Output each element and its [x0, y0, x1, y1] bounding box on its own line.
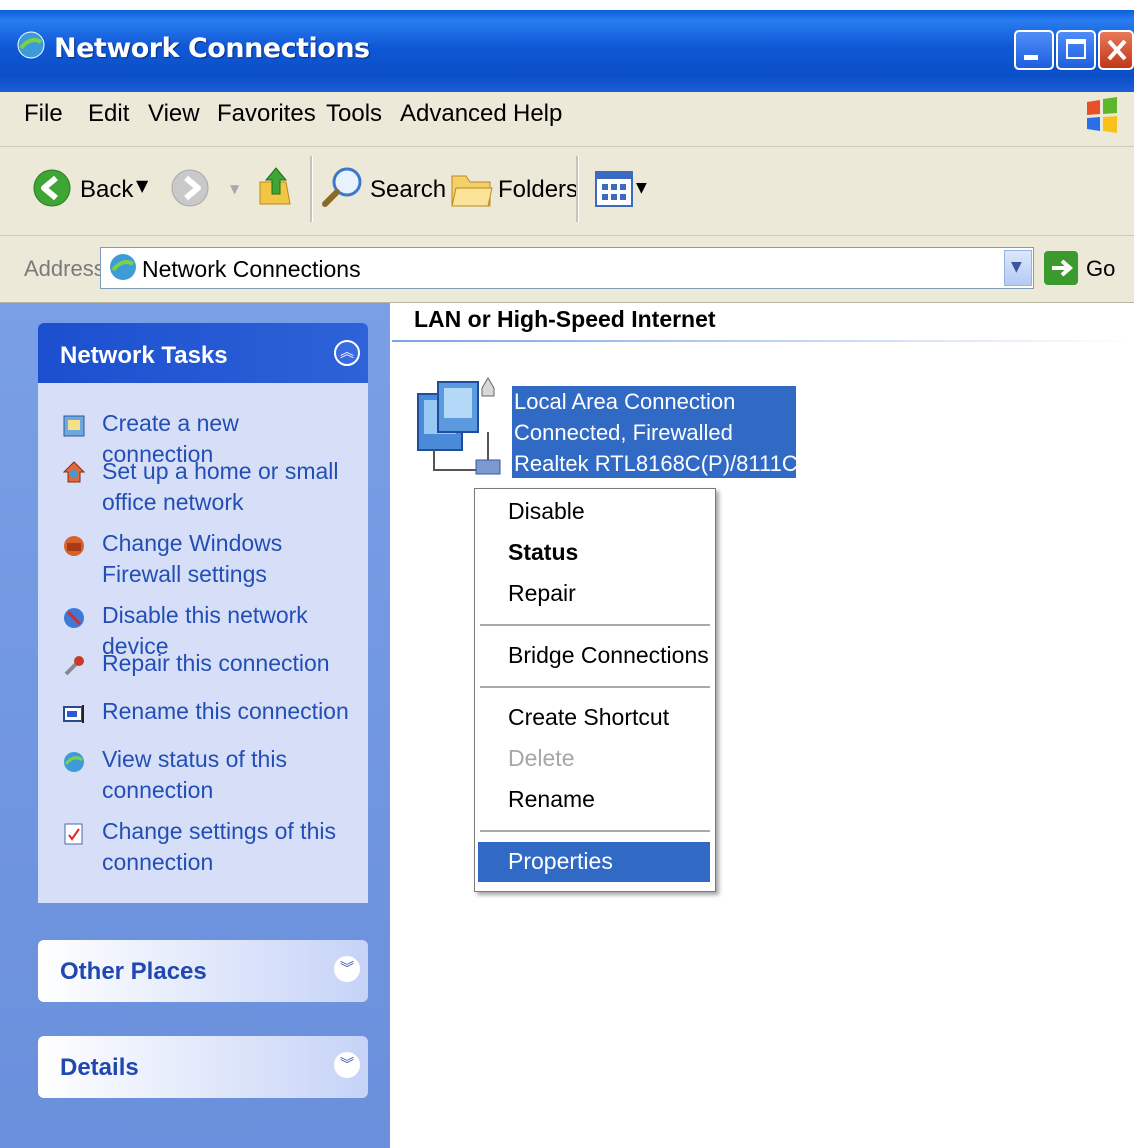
close-button[interactable] [1098, 30, 1134, 70]
group-header: LAN or High-Speed Internet [414, 306, 716, 332]
minimize-button[interactable] [1014, 30, 1054, 70]
network-connections-icon [110, 254, 136, 280]
task-setup-home-network[interactable]: Set up a home or small office network [102, 456, 352, 518]
view-status-icon [64, 752, 84, 772]
context-menu-properties[interactable]: Properties [508, 848, 613, 875]
search-button[interactable]: Search [370, 176, 446, 204]
connection-device: Realtek RTL8168C(P)/8111C(... [514, 451, 824, 476]
forward-arrow-icon[interactable] [170, 168, 210, 208]
collapse-chevron-icon[interactable]: ︽ [334, 340, 360, 366]
go-button[interactable]: Go [1086, 256, 1115, 282]
menu-view[interactable]: View [148, 100, 200, 128]
back-button[interactable]: Back [80, 176, 133, 204]
context-menu-disable[interactable]: Disable [508, 498, 585, 525]
context-menu-separator [480, 830, 710, 832]
forward-dropdown-icon[interactable]: ▼ [230, 182, 239, 196]
group-divider [392, 340, 1134, 342]
context-menu-repair[interactable]: Repair [508, 580, 576, 607]
go-arrow-icon[interactable] [1044, 251, 1078, 285]
context-menu-separator [480, 624, 710, 626]
chevron-down-icon: ▼ [1011, 259, 1022, 275]
menu-file[interactable]: File [24, 100, 63, 128]
close-icon [1107, 39, 1127, 61]
menu-advanced[interactable]: Advanced [400, 100, 507, 128]
context-menu-separator [480, 686, 710, 688]
task-repair-connection[interactable]: Repair this connection [102, 648, 352, 679]
up-folder-icon[interactable] [256, 164, 296, 208]
back-arrow-icon[interactable] [32, 168, 72, 208]
firewall-icon [64, 536, 84, 556]
views-dropdown-icon[interactable]: ▼ [636, 180, 647, 196]
task-rename-connection[interactable]: Rename this connection [102, 696, 352, 727]
disable-device-icon [64, 608, 84, 628]
views-icon[interactable] [594, 170, 634, 208]
search-icon[interactable] [320, 164, 366, 210]
menu-help[interactable]: Help [513, 100, 562, 128]
address-label: Address [24, 256, 105, 281]
connection-name: Local Area Connection [514, 389, 736, 414]
address-dropdown-button[interactable]: ▼ [1004, 250, 1032, 286]
menu-favorites[interactable]: Favorites [217, 100, 316, 128]
connection-status: Connected, Firewalled [514, 420, 733, 445]
task-change-firewall[interactable]: Change Windows Firewall settings [102, 528, 352, 590]
window-title: Network Connections [54, 33, 370, 64]
maximize-button[interactable] [1056, 30, 1096, 70]
expand-chevron-icon[interactable]: ︾ [334, 956, 360, 982]
context-menu-delete: Delete [508, 745, 575, 771]
address-value: Network Connections [142, 256, 361, 282]
back-dropdown-icon[interactable]: ▼ [136, 176, 148, 195]
toolbar-separator [576, 156, 579, 222]
toolbar-separator [310, 156, 313, 222]
context-menu-status[interactable]: Status [508, 539, 578, 566]
folders-button[interactable]: Folders [498, 176, 578, 204]
menu-edit[interactable]: Edit [88, 100, 129, 128]
context-menu-rename[interactable]: Rename [508, 786, 595, 813]
change-settings-icon [64, 823, 83, 845]
expand-chevron-icon[interactable]: ︾ [334, 1052, 360, 1078]
menu-tools[interactable]: Tools [326, 100, 382, 128]
network-connections-icon [17, 31, 45, 59]
task-change-settings[interactable]: Change settings of this connection [102, 816, 352, 878]
lan-connection-icon[interactable] [414, 376, 506, 488]
rename-icon [63, 705, 84, 723]
home-network-icon [62, 461, 86, 483]
new-connection-icon [63, 415, 85, 437]
details-title: Details [60, 1054, 139, 1081]
folders-icon[interactable] [448, 166, 494, 210]
network-tasks-title: Network Tasks [60, 342, 228, 369]
other-places-title: Other Places [60, 958, 207, 985]
repair-wrench-icon [64, 656, 84, 676]
context-menu-create-shortcut[interactable]: Create Shortcut [508, 704, 669, 731]
task-view-status[interactable]: View status of this connection [102, 744, 352, 806]
context-menu-bridge-connections[interactable]: Bridge Connections [508, 642, 709, 669]
windows-logo-icon [1087, 97, 1117, 133]
